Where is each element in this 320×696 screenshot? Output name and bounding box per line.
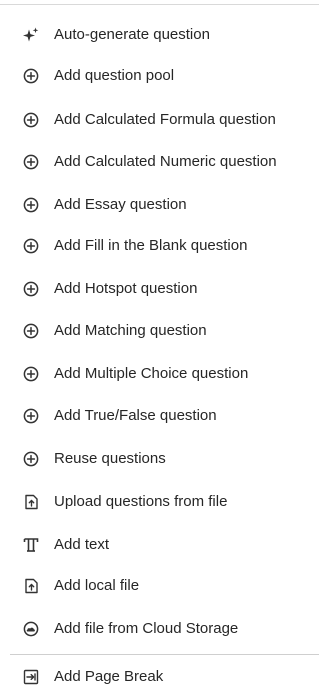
menu-item-label: Add True/False question — [54, 407, 217, 424]
plus-circle-icon — [23, 323, 39, 339]
menu-item-add-file-from-cloud-storage[interactable]: Add file from Cloud Storage — [0, 614, 319, 644]
menu-item-upload-questions-from-file[interactable]: Upload questions from file — [0, 487, 319, 517]
plus-circle-icon — [23, 366, 39, 382]
menu-item-label: Add Calculated Numeric question — [54, 153, 277, 170]
menu-item-add-calculated-numeric-question[interactable]: Add Calculated Numeric question — [0, 147, 319, 177]
menu-item-label: Add Fill in the Blank question — [54, 237, 248, 254]
menu-item-add-local-file[interactable]: Add local file — [0, 571, 319, 601]
menu-item-auto-generate-question[interactable]: Auto-generate question — [0, 20, 319, 50]
menu-item-label: Add text — [54, 536, 110, 553]
menu-item-label: Add Hotspot question — [54, 280, 198, 297]
menu-item-label: Add Calculated Formula question — [54, 111, 276, 128]
plus-circle-icon — [23, 112, 39, 128]
menu-item-label: Add Page Break — [54, 668, 164, 685]
menu-item-add-page-break[interactable]: Add Page Break — [0, 662, 319, 692]
menu-item-label: Add Matching question — [54, 322, 207, 339]
menu-item-label: Upload questions from file — [54, 493, 228, 510]
menu-item-add-text[interactable]: Add text — [0, 530, 319, 560]
menu-item-label: Reuse questions — [54, 450, 166, 467]
menu-item-reuse-questions[interactable]: Reuse questions — [0, 444, 319, 474]
menu-item-label: Add file from Cloud Storage — [54, 620, 239, 637]
menu-item-label: Add local file — [54, 577, 140, 594]
plus-circle-icon — [23, 451, 39, 467]
plus-circle-icon — [23, 408, 39, 424]
text-icon — [23, 537, 39, 553]
plus-circle-icon — [23, 197, 39, 213]
cloud-upload-icon — [23, 621, 39, 637]
menu-item-label: Add Essay question — [54, 196, 187, 213]
file-upload-icon — [23, 494, 39, 510]
plus-circle-icon — [23, 68, 39, 84]
menu-item-add-fill-in-the-blank-question[interactable]: Add Fill in the Blank question — [0, 231, 319, 261]
plus-circle-icon — [23, 281, 39, 297]
menu-item-add-matching-question[interactable]: Add Matching question — [0, 316, 319, 346]
page-break-icon — [23, 669, 39, 685]
menu-item-add-true-false-question[interactable]: Add True/False question — [0, 401, 319, 431]
menu-item-add-question-pool[interactable]: Add question pool — [0, 61, 319, 91]
menu-item-label: Add question pool — [54, 67, 175, 84]
menu-item-add-essay-question[interactable]: Add Essay question — [0, 190, 319, 220]
plus-circle-icon — [23, 154, 39, 170]
sparkle-icon — [23, 27, 39, 43]
menu-item-add-hotspot-question[interactable]: Add Hotspot question — [0, 274, 319, 304]
menu-item-label: Auto-generate question — [54, 26, 210, 43]
plus-circle-icon — [23, 238, 39, 254]
menu-item-label: Add Multiple Choice question — [54, 365, 249, 382]
menu-top-border — [0, 4, 319, 5]
menu-divider — [10, 654, 319, 655]
menu-item-add-multiple-choice-question[interactable]: Add Multiple Choice question — [0, 359, 319, 389]
menu-item-add-calculated-formula-question[interactable]: Add Calculated Formula question — [0, 105, 319, 135]
add-content-menu: Auto-generate question Add question pool… — [0, 0, 319, 696]
file-upload-icon — [23, 578, 39, 594]
